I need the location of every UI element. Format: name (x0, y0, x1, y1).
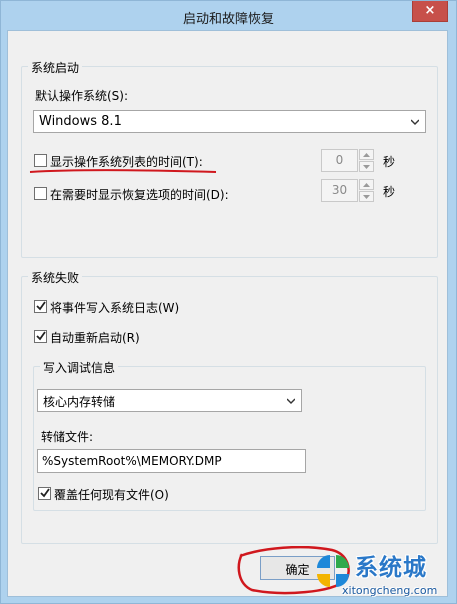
show-os-list-seconds-field[interactable]: 0 (321, 149, 358, 172)
show-os-list-spinner[interactable] (359, 149, 374, 172)
checkmark-icon (36, 301, 46, 311)
checkmark-icon (36, 331, 46, 341)
show-os-list-unit: 秒 (383, 155, 396, 169)
spin-up-icon (363, 183, 370, 187)
overwrite-checkbox[interactable] (38, 487, 51, 500)
default-os-select[interactable]: Windows 8.1 (33, 110, 426, 133)
watermark-brand: 系统城 (355, 555, 427, 581)
auto-restart-label: 自动重新启动(R) (50, 331, 140, 345)
dialog-client: 系统启动 默认操作系统(S): Windows 8.1 显示操作系统列表的时间(… (7, 30, 448, 597)
window-title: 启动和故障恢复 (182, 12, 274, 27)
checkmark-icon (40, 488, 50, 498)
show-recovery-spinner[interactable] (359, 179, 374, 202)
show-recovery-unit: 秒 (383, 185, 396, 199)
spin-down-button[interactable] (359, 191, 374, 202)
dump-type-value: 核心内存转储 (43, 395, 116, 409)
title-bar[interactable]: 启动和故障恢复 × (1, 1, 456, 31)
default-os-label: 默认操作系统(S): (35, 89, 129, 103)
debug-info-group-title: 写入调试信息 (40, 359, 119, 376)
watermark-url: xitongcheng.com (342, 584, 438, 597)
spin-down-button[interactable] (359, 161, 374, 172)
show-recovery-checkbox[interactable] (34, 187, 47, 200)
spin-up-icon (363, 153, 370, 157)
chevron-down-icon (287, 398, 295, 404)
spin-up-button[interactable] (359, 179, 374, 190)
red-underline-annotation (29, 169, 217, 173)
startup-group-title: 系统启动 (28, 59, 83, 76)
write-event-log-checkbox[interactable] (34, 300, 47, 313)
close-icon: × (424, 3, 436, 18)
spin-down-icon (363, 195, 370, 199)
failure-group-title: 系统失败 (28, 269, 83, 286)
close-button[interactable]: × (412, 1, 448, 22)
dump-type-select[interactable]: 核心内存转储 (37, 389, 302, 412)
auto-restart-checkbox[interactable] (34, 330, 47, 343)
default-os-value: Windows 8.1 (39, 114, 122, 129)
show-os-list-checkbox[interactable] (34, 154, 47, 167)
spin-up-button[interactable] (359, 149, 374, 160)
spin-down-icon (363, 165, 370, 169)
show-recovery-seconds-field[interactable]: 30 (321, 179, 358, 202)
write-event-log-label: 将事件写入系统日志(W) (50, 301, 180, 315)
chevron-down-icon (411, 119, 419, 125)
overwrite-label: 覆盖任何现有文件(O) (54, 488, 169, 502)
show-recovery-label: 在需要时显示恢复选项的时间(D): (50, 188, 229, 202)
dump-file-label: 转储文件: (41, 430, 94, 444)
dump-file-input[interactable]: %SystemRoot%\MEMORY.DMP (37, 449, 306, 473)
